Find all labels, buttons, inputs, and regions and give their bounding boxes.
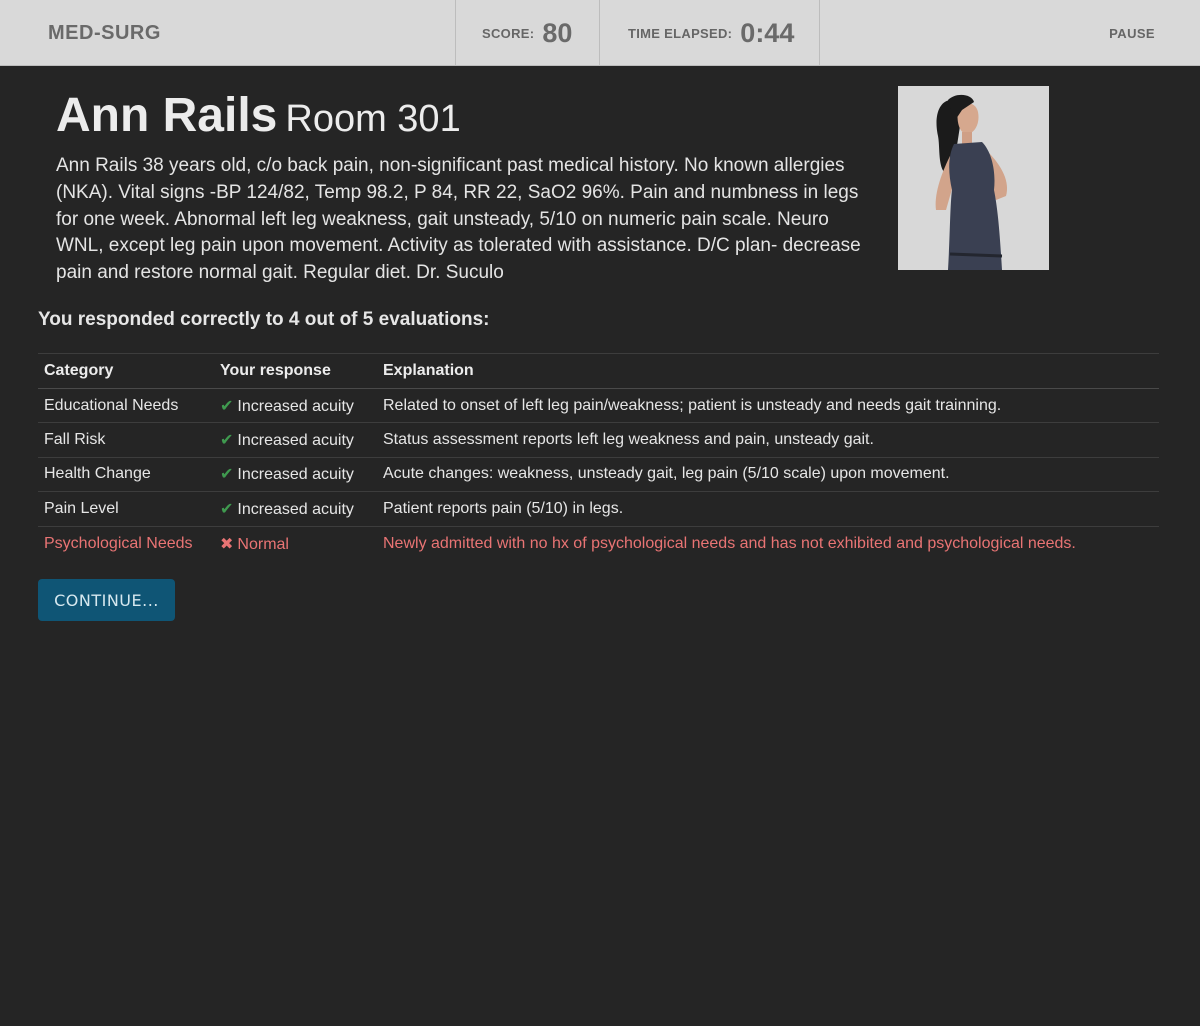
category-cell: Pain Level <box>38 491 214 527</box>
column-header-response: Your response <box>214 353 377 389</box>
score-display: SCORE: 80 <box>482 0 572 66</box>
column-header-explanation: Explanation <box>377 353 1159 389</box>
time-label: TIME ELAPSED: <box>628 25 733 41</box>
patient-room: Room 301 <box>285 98 461 140</box>
patient-name: Ann Rails <box>56 89 278 142</box>
column-header-category: Category <box>38 353 214 389</box>
category-cell: Psychological Needs <box>38 525 214 561</box>
score-label: SCORE: <box>482 25 535 41</box>
score-value: 80 <box>542 17 573 48</box>
continue-button[interactable]: CONTINUE... <box>38 579 175 621</box>
category-cell: Health Change <box>38 456 214 492</box>
explanation-cell: Acute changes: weakness, unsteady gait, … <box>377 456 1159 492</box>
explanation-cell: Patient reports pain (5/10) in legs. <box>377 491 1159 527</box>
patient-portrait <box>898 86 1049 270</box>
results-table: Category Your response Explanation Educa… <box>38 353 1159 561</box>
divider <box>599 0 600 66</box>
pause-button[interactable]: PAUSE <box>1109 0 1155 66</box>
response-cell: ✔ Increased acuity <box>214 422 377 458</box>
category-cell: Fall Risk <box>38 422 214 458</box>
app-title: MED-SURG <box>48 21 161 44</box>
table-row: Educational Needs ✔ Increased acuity Rela… <box>38 387 1159 423</box>
response-text: Normal <box>237 535 289 553</box>
divider <box>455 0 456 66</box>
check-icon: ✔ <box>220 500 234 518</box>
response-cell: ✔ Increased acuity <box>214 387 377 423</box>
check-icon: ✔ <box>220 432 234 450</box>
divider <box>819 0 820 66</box>
explanation-cell: Newly admitted with no hx of psychologic… <box>377 525 1159 561</box>
table-row: Health Change ✔ Increased acuity Acute ch… <box>38 456 1159 492</box>
response-text: Increased acuity <box>237 500 354 518</box>
table-row-incorrect: Psychological Needs ✖ Normal Newly admitt… <box>38 525 1159 561</box>
response-cell: ✔ Increased acuity <box>214 456 377 492</box>
table-header-row: Category Your response Explanation <box>38 353 1159 389</box>
patient-description: Ann Rails 38 years old, c/o back pain, n… <box>56 155 861 284</box>
time-value: 0:44 <box>740 17 795 48</box>
top-bar: MED-SURG SCORE: 80 TIME ELAPSED: 0:44 PA… <box>0 0 1200 66</box>
cross-icon: ✖ <box>220 535 234 553</box>
response-text: Increased acuity <box>237 397 354 415</box>
response-cell: ✔ Increased acuity <box>214 491 377 527</box>
patient-photo <box>898 86 1049 270</box>
category-cell: Educational Needs <box>38 387 214 423</box>
patient-heading: Ann Rails Room 301 <box>56 88 461 143</box>
table-row: Fall Risk ✔ Increased acuity Status asses… <box>38 422 1159 458</box>
explanation-cell: Related to onset of left leg pain/weakne… <box>377 387 1159 423</box>
response-text: Increased acuity <box>237 432 354 450</box>
response-text: Increased acuity <box>237 466 354 484</box>
check-icon: ✔ <box>220 397 234 415</box>
table-row: Pain Level ✔ Increased acuity Patient rep… <box>38 491 1159 527</box>
explanation-cell: Status assessment reports left leg weakn… <box>377 422 1159 458</box>
check-icon: ✔ <box>220 466 234 484</box>
time-display: TIME ELAPSED: 0:44 <box>628 0 794 66</box>
result-summary: You responded correctly to 4 out of 5 ev… <box>38 309 490 330</box>
response-cell: ✖ Normal <box>214 525 377 561</box>
